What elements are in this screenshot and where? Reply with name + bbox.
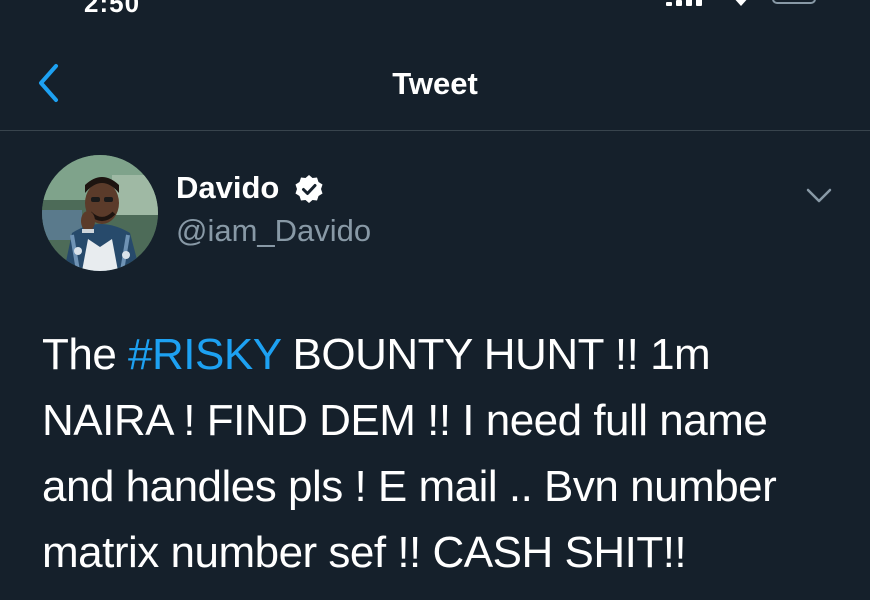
status-bar: 2:50 [0, 0, 870, 18]
status-time: 2:50 [84, 0, 141, 18]
author-name[interactable]: Davido [176, 170, 279, 206]
verified-badge-icon [295, 175, 323, 203]
hashtag-link[interactable]: #RISKY [128, 330, 281, 379]
author-handle[interactable]: @iam_Davido [176, 213, 371, 249]
wifi-icon [735, 0, 747, 6]
signal-icon [666, 0, 704, 6]
tweet-text-start: The [42, 330, 129, 379]
battery-icon [772, 0, 816, 4]
chevron-down-icon [806, 188, 832, 203]
tweet-screen: 2:50 Tweet Davido @iam_Davido The #RISKY… [0, 0, 870, 600]
avatar-image [42, 155, 158, 271]
nav-header: Tweet [0, 40, 870, 131]
avatar[interactable] [42, 155, 158, 271]
page-title: Tweet [392, 66, 478, 101]
more-options-button[interactable] [804, 184, 834, 208]
tweet-text: The #RISKY BOUNTY HUNT !! 1m NAIRA ! FIN… [42, 322, 842, 586]
